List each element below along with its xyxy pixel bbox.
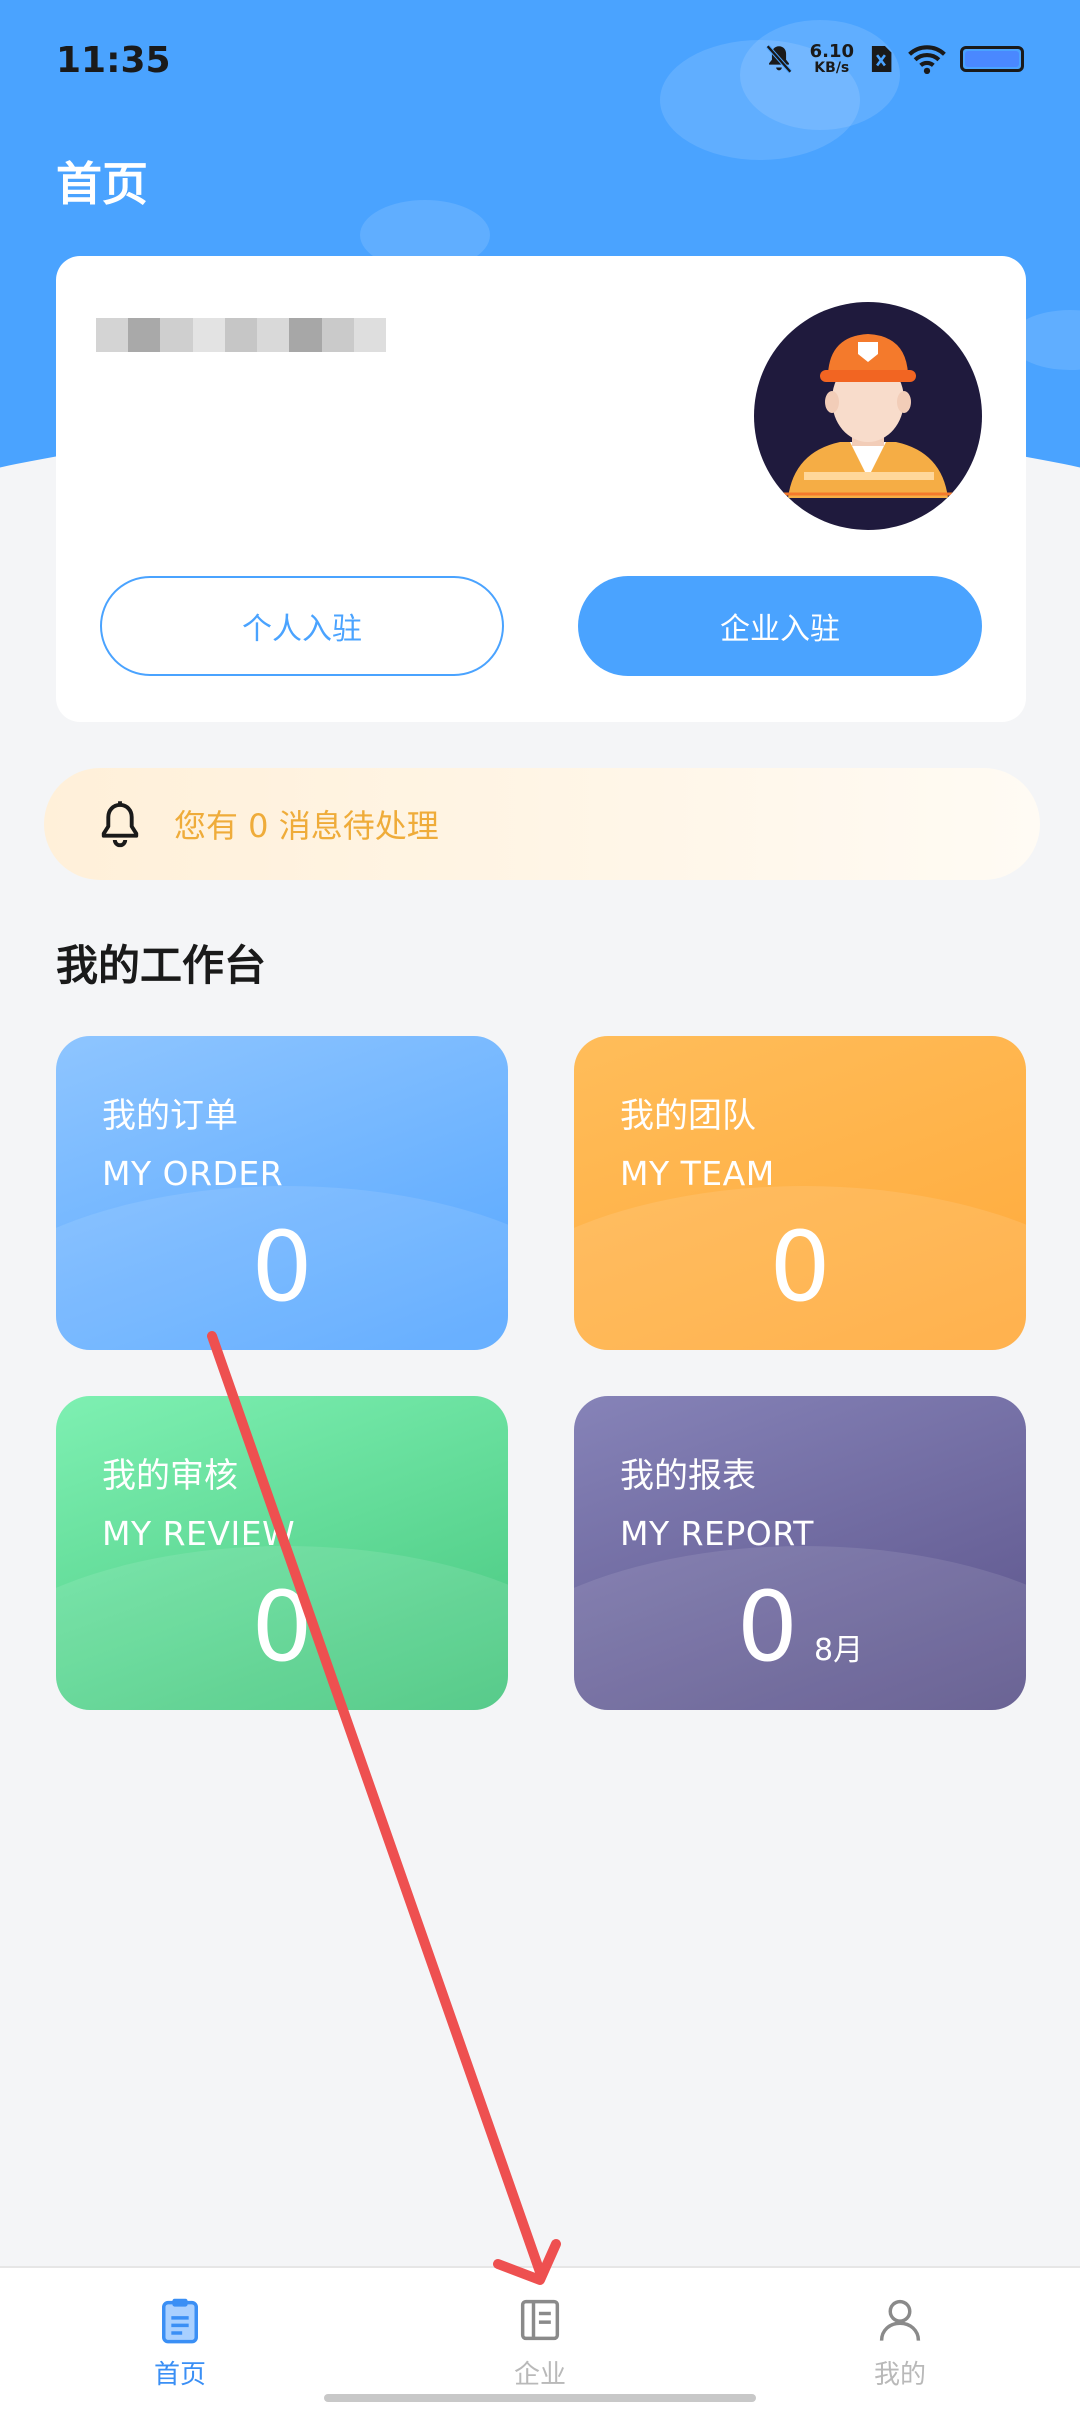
- tile-title-en: MY ORDER: [102, 1154, 284, 1193]
- tile-count: 0: [736, 1571, 798, 1683]
- network-speed: 6.10 KB/s: [809, 41, 854, 76]
- net-speed-value: 6.10: [809, 41, 854, 62]
- page-title: 首页: [56, 157, 148, 211]
- notice-bar[interactable]: 您有 0 消息待处理: [44, 768, 1040, 880]
- nav-label-enterprise: 企业: [513, 2360, 566, 2390]
- tile-title-cn: 我的订单: [102, 1096, 238, 1136]
- tile-count-wrapper: 0 8月: [574, 1572, 1026, 1706]
- worker-avatar-icon: [764, 334, 972, 498]
- net-speed-unit: KB/s: [814, 60, 850, 76]
- tile-count: 0: [251, 1571, 313, 1683]
- nav-item-home[interactable]: 首页: [0, 2268, 360, 2410]
- nav-item-enterprise[interactable]: 企业: [360, 2268, 720, 2410]
- tile-title-en: MY REPORT: [620, 1514, 814, 1553]
- tile-title-cn: 我的审核: [102, 1456, 238, 1496]
- enterprise-icon: [520, 2299, 560, 2341]
- my-team-tile[interactable]: 我的团队 MY TEAM 0: [574, 1036, 1026, 1350]
- nav-label-mine: 我的: [873, 2360, 926, 2390]
- home-indicator: [324, 2394, 756, 2402]
- notice-text: 您有 0 消息待处理: [174, 807, 439, 845]
- tile-title-en: MY REVIEW: [102, 1514, 296, 1553]
- tile-count: 0: [769, 1211, 831, 1323]
- tile-title-cn: 我的报表: [620, 1456, 756, 1496]
- join-button-row: 个人入驻 企业入驻: [100, 576, 982, 676]
- my-report-tile[interactable]: 我的报表 MY REPORT 0 8月: [574, 1396, 1026, 1710]
- tile-month: 8月: [813, 1633, 864, 1668]
- sim-icon: [871, 46, 892, 72]
- profile-card: 个人入驻 企业入驻: [56, 256, 1026, 722]
- nav-item-mine[interactable]: 我的: [720, 2268, 1080, 2410]
- personal-join-button[interactable]: 个人入驻: [100, 576, 504, 676]
- battery-icon: [960, 46, 1024, 72]
- tile-count: 0: [251, 1211, 313, 1323]
- my-order-tile[interactable]: 我的订单 MY ORDER 0: [56, 1036, 508, 1350]
- user-icon: [879, 2299, 921, 2341]
- enterprise-join-button[interactable]: 企业入驻: [578, 576, 982, 676]
- status-bar: 11:35 6.10 KB/s: [0, 0, 1080, 120]
- status-time: 11:35: [56, 40, 171, 81]
- my-review-tile[interactable]: 我的审核 MY REVIEW 0: [56, 1396, 508, 1710]
- bottom-nav: 首页 企业 我的: [0, 2266, 1080, 2410]
- bell-muted-icon: [765, 44, 792, 74]
- wifi-icon: [908, 45, 946, 75]
- nav-label-home: 首页: [153, 2360, 206, 2390]
- tile-title-en: MY TEAM: [620, 1154, 775, 1193]
- status-icons: 6.10 KB/s: [762, 42, 1024, 76]
- blurred-username: [96, 318, 386, 352]
- clipboard-icon: [162, 2298, 198, 2344]
- workbench-title: 我的工作台: [56, 941, 267, 990]
- tile-title-cn: 我的团队: [620, 1096, 756, 1136]
- bell-icon: [101, 801, 139, 848]
- worker-avatar[interactable]: [754, 302, 982, 530]
